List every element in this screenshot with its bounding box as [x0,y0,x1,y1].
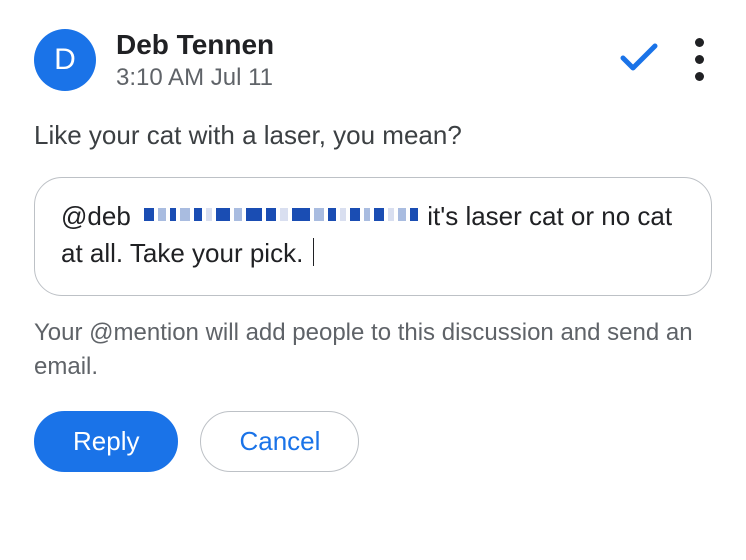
author-block: Deb Tennen 3:10 AM Jul 11 [116,28,599,92]
mention-chip: @deb [61,201,131,231]
comment-timestamp: 3:10 AM Jul 11 [116,64,599,92]
resolve-check-icon[interactable] [619,40,659,79]
author-name: Deb Tennen [116,28,599,62]
avatar: D [34,29,96,91]
reply-button[interactable]: Reply [34,411,178,472]
more-options-icon[interactable] [691,34,708,85]
action-buttons: Reply Cancel [34,411,712,472]
cancel-button[interactable]: Cancel [200,411,359,472]
redacted-text [144,208,418,221]
mention-helper-text: Your @mention will add people to this di… [34,316,712,383]
comment-body: Like your cat with a laser, you mean? [34,120,712,151]
avatar-initial: D [54,43,76,77]
comment-header: D Deb Tennen 3:10 AM Jul 11 [34,28,712,92]
reply-input[interactable]: @deb it's laser cat or no cat at all. T [34,177,712,296]
text-cursor [313,238,315,266]
